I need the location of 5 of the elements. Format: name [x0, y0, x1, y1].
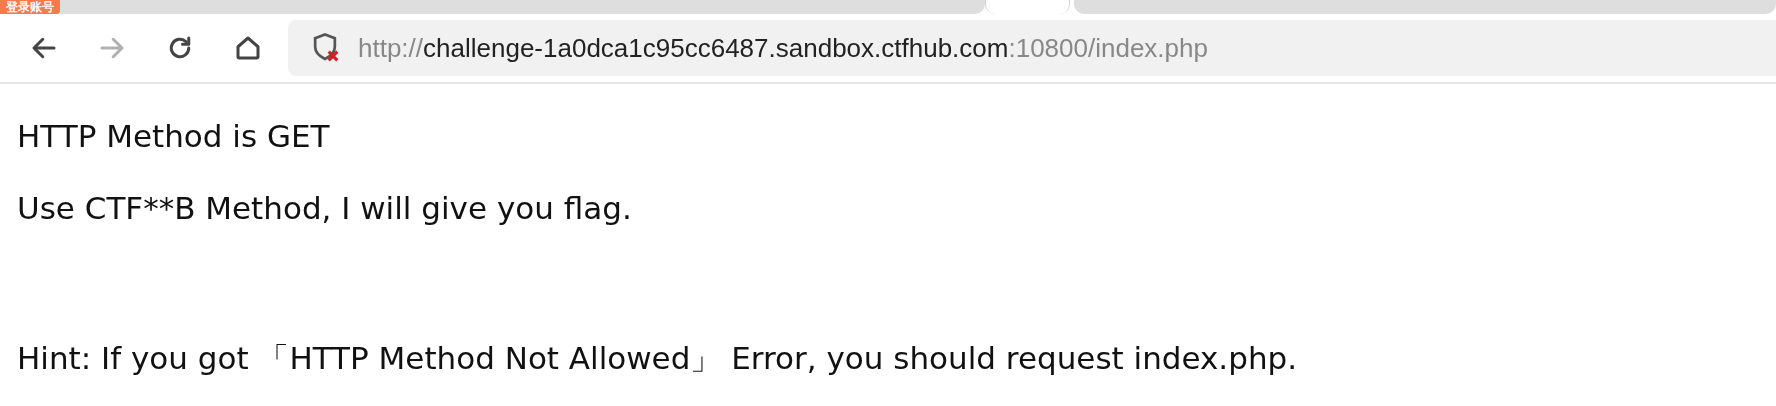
page-text: HTTP Method is GET [17, 118, 331, 154]
address-field[interactable]: http://challenge-1a0dca1c95cc6487.sandbox.ctfhub.com:10800/index.php [288, 20, 1776, 76]
hint-text: Hint: If you got 「HTTP Method Not Allowed」 Error, you should request index.php. [17, 340, 1299, 376]
page-text: Use CTF**B Method, I will give you flag. [17, 190, 633, 226]
browser-tab[interactable] [985, 0, 1070, 14]
